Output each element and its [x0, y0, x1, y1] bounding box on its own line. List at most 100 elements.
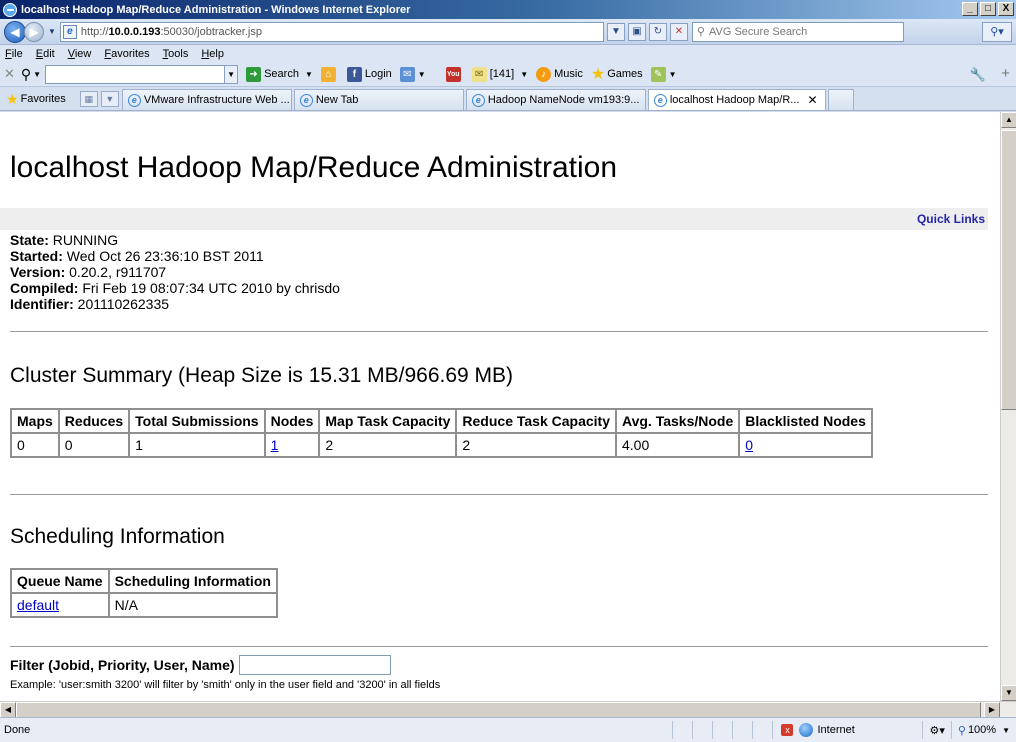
status-cell [732, 721, 752, 739]
page-title: localhost Hadoop Map/Reduce Administrati… [10, 151, 618, 184]
toolbar-search-input[interactable] [45, 64, 226, 84]
toolbar-input-dropdown[interactable]: ▼ [224, 64, 239, 84]
vertical-scroll-thumb[interactable] [1001, 130, 1016, 410]
scroll-left-arrow-icon[interactable]: ◀ [0, 702, 16, 718]
toolbar-search-button[interactable]: ➜ Search ▼ [246, 66, 313, 82]
wrench-icon[interactable]: 🔧 [970, 67, 986, 83]
col-avg-tasks: Avg. Tasks/Node [616, 409, 740, 433]
info-identifier: Identifier: 201110262335 [10, 296, 340, 312]
mail-dropdown-icon: ▼ [417, 69, 426, 79]
table-header-row: Maps Reduces Total Submissions Nodes Map… [11, 409, 872, 433]
quick-tabs-icon[interactable]: ▦ [79, 91, 98, 107]
toolbar-mail-button[interactable]: ✉ ▼ [399, 66, 426, 82]
info-started: Started: Wed Oct 26 23:36:10 BST 2011 [10, 248, 340, 264]
zoom-level: 100% [967, 724, 997, 736]
horizontal-scroll-thumb[interactable] [16, 702, 981, 718]
add-icon[interactable]: + [1001, 65, 1010, 82]
new-tab-button[interactable] [827, 89, 854, 110]
toolbar-search-dropdown-icon[interactable]: ▼ [33, 70, 41, 79]
scroll-right-arrow-icon[interactable]: ▶ [984, 702, 1000, 718]
status-cell [672, 721, 692, 739]
menu-file[interactable]: File [5, 48, 23, 60]
music-icon: ♪ [536, 66, 552, 82]
compatibility-icon[interactable]: ▣ [627, 22, 646, 41]
cell-queue-name: default [11, 593, 109, 617]
toolbar-extra-button[interactable]: ✎ ▼ [650, 66, 677, 82]
protected-mode-button[interactable]: ⚙▾ [922, 721, 950, 739]
close-window-button[interactable]: X [998, 2, 1014, 16]
history-dropdown-icon[interactable]: ▼ [48, 27, 56, 36]
menu-help[interactable]: Help [201, 48, 224, 60]
tab-jobtracker[interactable]: e localhost Hadoop Map/R... ✕ [647, 89, 826, 110]
avg-toolbar: ✕ ⚲ ▼ ▼ ➜ Search ▼ ⌂ f Login ✉ ▼ You ✉ [… [0, 62, 1016, 87]
col-queue-name: Queue Name [11, 569, 109, 593]
status-text: Done [4, 724, 31, 736]
blocked-content-icon[interactable]: x [781, 724, 794, 736]
search-input[interactable]: ⚲ AVG Secure Search [691, 21, 904, 42]
nodes-link[interactable]: 1 [271, 437, 279, 453]
stop-icon[interactable]: ✕ [669, 22, 688, 41]
menu-edit[interactable]: Edit [36, 48, 55, 60]
page-content: localhost Hadoop Map/Reduce Administrati… [0, 112, 988, 691]
search-options-icon[interactable]: ▼ [305, 70, 313, 79]
url-field[interactable]: e http://10.0.0.193:50030/jobtracker.jsp [59, 21, 604, 42]
status-cell [752, 721, 772, 739]
scroll-up-arrow-icon[interactable]: ▲ [1001, 112, 1016, 128]
refresh-icon[interactable]: ↻ [648, 22, 667, 41]
toolbar-messages-button[interactable]: ✉ [141] ▼ [471, 66, 528, 82]
toolbar-login-button[interactable]: f Login [346, 66, 392, 82]
pen-icon: ✎ [650, 66, 666, 82]
forward-button[interactable]: ▶ [24, 21, 44, 42]
col-reduces: Reduces [58, 409, 130, 433]
tab-vmware[interactable]: e VMware Infrastructure Web ... [121, 89, 292, 110]
info-label: Identifier: [10, 296, 74, 312]
zoom-button[interactable]: ⚲ 100% ▼ [950, 721, 1016, 739]
security-zone[interactable]: x Internet [772, 721, 922, 739]
toolbar-close-icon[interactable]: ✕ [4, 66, 15, 82]
cell-reduce-capacity: 2 [456, 433, 616, 457]
col-total-submissions: Total Submissions [129, 409, 265, 433]
info-value: Wed Oct 26 23:36:10 BST 2011 [62, 248, 264, 264]
youtube-icon: You [445, 66, 461, 82]
zoom-dropdown-icon: ▼ [1002, 725, 1010, 735]
url-dropdown-button[interactable]: ▼ [606, 22, 625, 41]
zoom-icon: ⚲ [957, 724, 966, 737]
vertical-scrollbar[interactable]: ▲ ▼ [1000, 112, 1016, 701]
blacklisted-nodes-link[interactable]: 0 [745, 437, 753, 453]
divider [10, 646, 988, 647]
col-blacklisted: Blacklisted Nodes [739, 409, 872, 433]
menu-tools[interactable]: Tools [163, 48, 189, 60]
close-tab-icon[interactable]: ✕ [807, 93, 817, 107]
info-label: Started: [10, 248, 63, 264]
quick-links-bar: Quick Links [0, 208, 988, 230]
tab-label: Hadoop NameNode vm193:9... [487, 94, 640, 106]
window-titlebar: localhost Hadoop Map/Reduce Administrati… [0, 0, 1016, 19]
menu-view[interactable]: View [68, 48, 92, 60]
quick-links-link[interactable]: Quick Links [917, 212, 985, 226]
toolbar-home-button[interactable]: ⌂ [320, 66, 339, 82]
search-placeholder: AVG Secure Search [708, 25, 808, 38]
tab-list-dropdown-icon[interactable]: ▼ [100, 91, 119, 107]
filter-input[interactable] [238, 655, 391, 675]
queue-default-link[interactable]: default [17, 597, 59, 613]
maximize-button[interactable]: □ [980, 2, 996, 16]
menu-favorites[interactable]: Favorites [104, 48, 149, 60]
toolbar-games-button[interactable]: ★ Games [591, 64, 643, 84]
search-go-button[interactable]: ⚲▾ [982, 21, 1012, 42]
filter-example: Example: 'user:smith 3200' will filter b… [10, 679, 441, 691]
toolbar-search-icon[interactable]: ⚲ [21, 66, 31, 83]
toolbar-music-button[interactable]: ♪ Music [536, 66, 583, 82]
toolbar-youtube-button[interactable]: You [445, 66, 464, 82]
info-label: Version: [10, 264, 66, 280]
tab-namenode[interactable]: e Hadoop NameNode vm193:9... [465, 89, 646, 110]
tab-new[interactable]: e New Tab [293, 89, 464, 110]
col-map-capacity: Map Task Capacity [319, 409, 457, 433]
minimize-button[interactable]: _ [962, 2, 978, 16]
back-button[interactable]: ◀ [4, 20, 26, 43]
favorites-button[interactable]: ★ Favorites [0, 88, 74, 110]
horizontal-scrollbar[interactable]: ◀ ▶ [0, 701, 1016, 718]
info-value: Fri Feb 19 08:07:34 UTC 2010 by chrisdo [78, 280, 340, 296]
internet-globe-icon [799, 723, 814, 737]
scroll-down-arrow-icon[interactable]: ▼ [1001, 685, 1016, 701]
filter-row: Filter (Jobid, Priority, User, Name) [10, 655, 391, 675]
